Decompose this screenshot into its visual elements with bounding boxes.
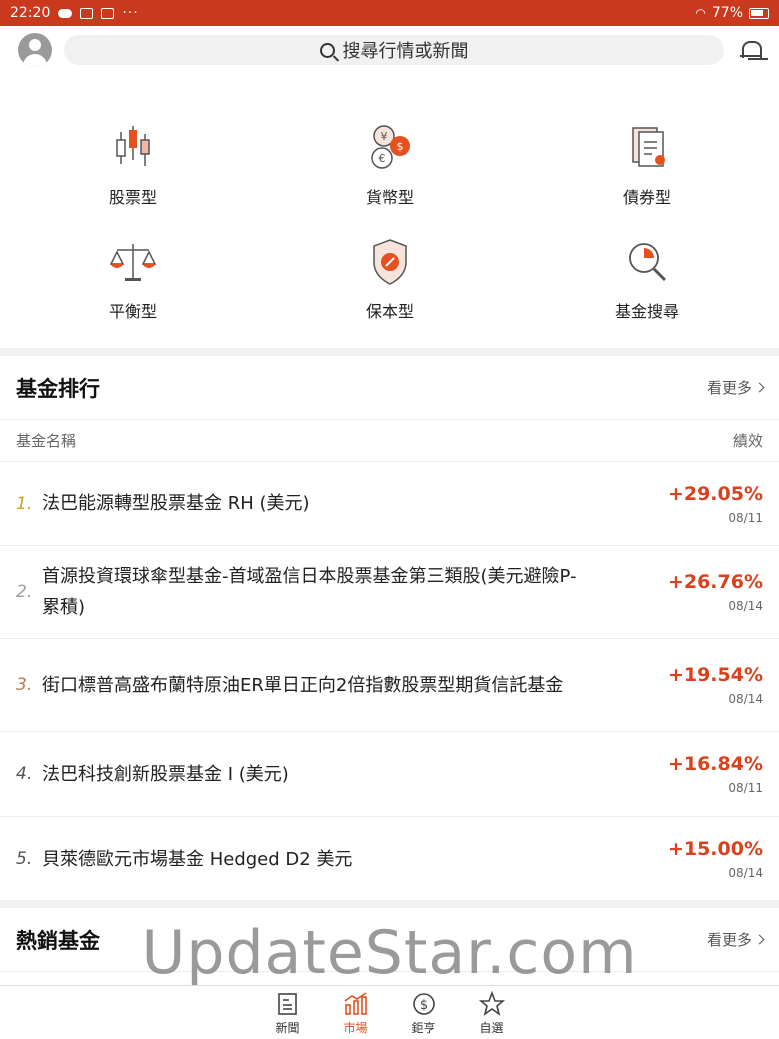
performance: +29.05% 08/11 bbox=[668, 483, 763, 525]
search-icon bbox=[319, 42, 335, 58]
image-icon bbox=[80, 7, 94, 19]
more-notifications-icon: ··· bbox=[122, 5, 139, 21]
category-balanced[interactable]: 平衡型 bbox=[53, 234, 213, 322]
cloud-icon bbox=[58, 8, 73, 18]
table-row[interactable]: 3. 街口標普高盛布蘭特原油ER單日正向2倍指數股票型期貨信託基金 +19.54… bbox=[0, 639, 779, 732]
rank-number: 3. bbox=[16, 675, 33, 695]
search-input[interactable]: 搜尋行情或新聞 bbox=[64, 35, 724, 65]
bond-document-icon bbox=[632, 127, 665, 167]
fund-search-icon bbox=[629, 243, 667, 282]
status-bar: 22:20 ··· ◠ 77% bbox=[0, 0, 779, 26]
performance: +15.00% 08/14 bbox=[668, 838, 763, 880]
battery-level: 77% bbox=[711, 5, 743, 21]
category-principal-guaranteed[interactable]: 保本型 bbox=[310, 234, 470, 322]
wifi-icon: ◠ bbox=[695, 6, 706, 20]
return-date: 08/11 bbox=[728, 781, 763, 795]
return-percent: +26.76% bbox=[667, 571, 763, 593]
table-row[interactable]: 2. 首源投資環球傘型基金-首域盈信日本股票基金第三類股(美元避險P-累積) +… bbox=[0, 546, 779, 639]
category-label: 貨幣型 bbox=[365, 188, 414, 207]
chevron-right-icon bbox=[754, 382, 765, 393]
avatar[interactable] bbox=[18, 33, 52, 67]
fund-name: 法巴能源轉型股票基金 RH (美元) bbox=[42, 493, 310, 514]
nav-label: 市場 bbox=[343, 1021, 368, 1035]
category-label: 基金搜尋 bbox=[614, 302, 679, 321]
fund-name: 貝萊德歐元市場基金 Hedged D2 美元 bbox=[42, 848, 353, 870]
svg-text:€: € bbox=[379, 152, 386, 165]
svg-text:¥: ¥ bbox=[381, 130, 388, 143]
clock: 22:20 bbox=[10, 5, 51, 21]
return-percent: +15.00% bbox=[667, 838, 763, 860]
column-performance: 績效 bbox=[732, 432, 763, 450]
return-percent: +16.84% bbox=[667, 753, 763, 775]
performance: +19.54% 08/14 bbox=[668, 664, 763, 706]
nav-label: 新聞 bbox=[275, 1021, 300, 1035]
performance: +16.84% 08/11 bbox=[668, 753, 763, 795]
top-bar: 搜尋行情或新聞 bbox=[0, 26, 779, 74]
category-label: 債券型 bbox=[622, 188, 671, 207]
scale-icon bbox=[109, 244, 157, 281]
table-row[interactable]: 5. 貝萊德歐元市場基金 Hedged D2 美元 +15.00% 08/14 bbox=[0, 817, 779, 901]
currency-icon: ¥ $ € bbox=[371, 125, 410, 169]
svg-text:$: $ bbox=[397, 140, 404, 153]
return-percent: +19.54% bbox=[667, 664, 763, 686]
category-label: 平衡型 bbox=[108, 302, 157, 321]
nav-watchlist[interactable]: 自選 bbox=[475, 991, 509, 1039]
bell-icon[interactable] bbox=[739, 39, 762, 61]
news-icon bbox=[277, 993, 297, 1015]
category-stock[interactable]: 股票型 bbox=[53, 120, 213, 208]
svg-text:$: $ bbox=[419, 998, 427, 1013]
nav-market[interactable]: 市場 bbox=[339, 991, 373, 1039]
fund-name: 街口標普高盛布蘭特原油ER單日正向2倍指數股票型期貨信託基金 bbox=[42, 674, 564, 696]
rank-number: 2. bbox=[16, 582, 33, 602]
column-header: 基金名稱 績效 bbox=[0, 420, 779, 462]
search-placeholder: 搜尋行情或新聞 bbox=[342, 41, 469, 62]
return-date: 08/14 bbox=[728, 599, 763, 613]
table-row[interactable]: 4. 法巴科技創新股票基金 I (美元) +16.84% 08/11 bbox=[0, 732, 779, 817]
watermark: UpdateStar.com bbox=[141, 918, 638, 988]
nav-label: 鉅亨買 bbox=[411, 1021, 436, 1039]
category-label: 保本型 bbox=[365, 302, 414, 321]
star-icon bbox=[478, 991, 505, 1016]
battery-icon bbox=[749, 7, 769, 19]
column-fund-name: 基金名稱 bbox=[16, 432, 77, 450]
return-date: 08/14 bbox=[728, 692, 763, 706]
rank-number: 5. bbox=[16, 849, 33, 869]
nav-news[interactable]: 新聞 bbox=[271, 991, 305, 1039]
fund-category-grid: 股票型 ¥ $ € 貨幣型 債券型 平衡型 保本型 基金搜尋 bbox=[0, 74, 779, 348]
category-money[interactable]: ¥ $ € 貨幣型 bbox=[310, 120, 470, 208]
fund-name: 法巴科技創新股票基金 I (美元) bbox=[42, 763, 289, 785]
fund-ranking-section: 基金排行 看更多 基金名稱 績效 1. 法巴能源轉型股票基金 RH (美元) +… bbox=[0, 356, 779, 900]
performance: +26.76% 08/14 bbox=[668, 571, 763, 613]
rank-number: 1. bbox=[16, 493, 33, 514]
shield-icon bbox=[373, 239, 407, 285]
bottom-navigation: 新聞 市場 $ 鉅亨買 自選 bbox=[0, 985, 779, 1039]
section-title: 基金排行 bbox=[16, 376, 100, 401]
see-more-link[interactable]: 看更多 bbox=[706, 377, 765, 398]
rank-number: 4. bbox=[16, 764, 33, 784]
candlestick-icon bbox=[116, 126, 150, 166]
section-header: 基金排行 看更多 bbox=[0, 356, 779, 420]
nav-label: 自選 bbox=[479, 1021, 504, 1035]
category-fund-search[interactable]: 基金搜尋 bbox=[567, 234, 727, 322]
fund-name: 首源投資環球傘型基金-首域盈信日本股票基金第三類股(美元避險P-累積) bbox=[42, 566, 577, 618]
market-chart-icon bbox=[344, 992, 367, 1015]
mail-icon bbox=[101, 7, 115, 19]
see-more-label: 看更多 bbox=[706, 379, 752, 397]
return-percent: +29.05% bbox=[667, 482, 763, 505]
dollar-cycle-icon: $ bbox=[412, 993, 435, 1015]
nav-cnyes-buy[interactable]: $ 鉅亨買 bbox=[407, 991, 441, 1039]
category-label: 股票型 bbox=[108, 188, 157, 207]
return-date: 08/14 bbox=[728, 866, 763, 880]
table-row[interactable]: 1. 法巴能源轉型股票基金 RH (美元) +29.05% 08/11 bbox=[0, 462, 779, 546]
return-date: 08/11 bbox=[728, 510, 763, 525]
category-bond[interactable]: 債券型 bbox=[567, 120, 727, 208]
